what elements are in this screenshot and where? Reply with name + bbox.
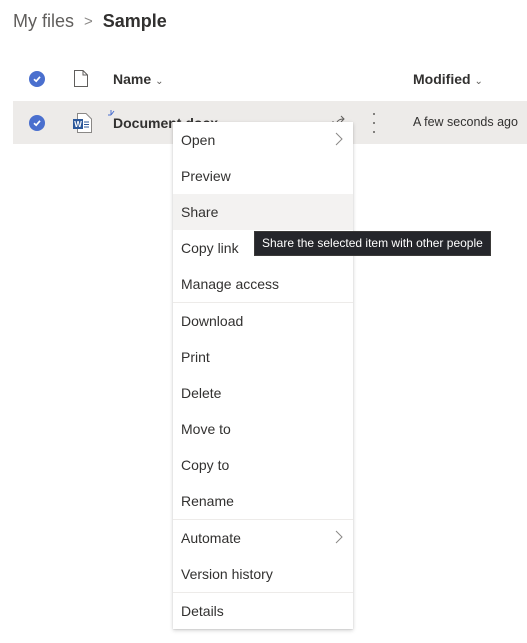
menu-item-label: Share xyxy=(181,204,219,220)
chevron-right-icon xyxy=(335,132,343,146)
breadcrumb-my-files[interactable]: My files xyxy=(13,11,74,32)
row-select-checkbox[interactable] xyxy=(29,115,45,131)
breadcrumb-current-folder: Sample xyxy=(102,10,167,31)
column-header-modified[interactable]: Modified ⌄ xyxy=(413,71,483,87)
menu-item-label: Version history xyxy=(181,566,273,582)
breadcrumb-separator: > xyxy=(84,12,93,30)
menu-item-automate[interactable]: Automate xyxy=(173,520,353,556)
checkmark-icon xyxy=(33,120,41,127)
share-tooltip: Share the selected item with other peopl… xyxy=(254,231,491,256)
menu-item-label: Copy link xyxy=(181,240,239,256)
menu-item-rename[interactable]: Rename xyxy=(173,483,353,519)
document-icon xyxy=(74,70,88,87)
menu-item-label: Manage access xyxy=(181,276,280,292)
column-modified-label: Modified xyxy=(413,71,471,87)
chevron-right-icon xyxy=(335,530,343,544)
select-all-checkbox[interactable] xyxy=(29,71,45,87)
context-menu: Open Preview Share Copy link Manage access Do… xyxy=(173,122,353,629)
menu-item-preview[interactable]: Preview xyxy=(173,158,353,194)
menu-item-label: Details xyxy=(181,603,224,619)
list-header: Name ⌄ Modified ⌄ xyxy=(13,62,527,96)
menu-item-delete[interactable]: Delete xyxy=(173,375,353,411)
menu-item-copy-to[interactable]: Copy to xyxy=(173,447,353,483)
menu-item-label: Move to xyxy=(181,421,231,437)
menu-item-move-to[interactable]: Move to xyxy=(173,411,353,447)
menu-item-version-history[interactable]: Version history xyxy=(173,556,353,592)
menu-item-download[interactable]: Download xyxy=(173,303,353,339)
menu-item-label: Preview xyxy=(181,168,231,184)
modified-date: A few seconds ago xyxy=(413,115,518,129)
menu-item-open[interactable]: Open xyxy=(173,122,353,158)
menu-item-print[interactable]: Print xyxy=(173,339,353,375)
breadcrumb: My files > Sample xyxy=(13,8,167,34)
menu-item-details[interactable]: Details xyxy=(173,593,353,629)
chevron-down-icon: ⌄ xyxy=(474,76,483,87)
menu-item-share[interactable]: Share xyxy=(173,194,353,230)
more-vertical-icon[interactable] xyxy=(371,113,377,133)
menu-item-label: Open xyxy=(181,132,216,148)
word-document-icon: W xyxy=(73,113,92,133)
menu-item-label: Download xyxy=(181,313,244,329)
column-name-label: Name xyxy=(113,71,152,87)
menu-item-label: Print xyxy=(181,349,210,365)
menu-item-label: Automate xyxy=(181,530,241,546)
menu-item-label: Copy to xyxy=(181,457,230,473)
chevron-down-icon: ⌄ xyxy=(155,76,164,87)
menu-item-label: Rename xyxy=(181,493,234,509)
checkmark-icon xyxy=(33,76,41,83)
menu-item-label: Delete xyxy=(181,385,222,401)
column-header-name[interactable]: Name ⌄ xyxy=(113,71,164,87)
menu-item-manage-access[interactable]: Manage access xyxy=(173,266,353,302)
svg-text:W: W xyxy=(74,120,82,129)
